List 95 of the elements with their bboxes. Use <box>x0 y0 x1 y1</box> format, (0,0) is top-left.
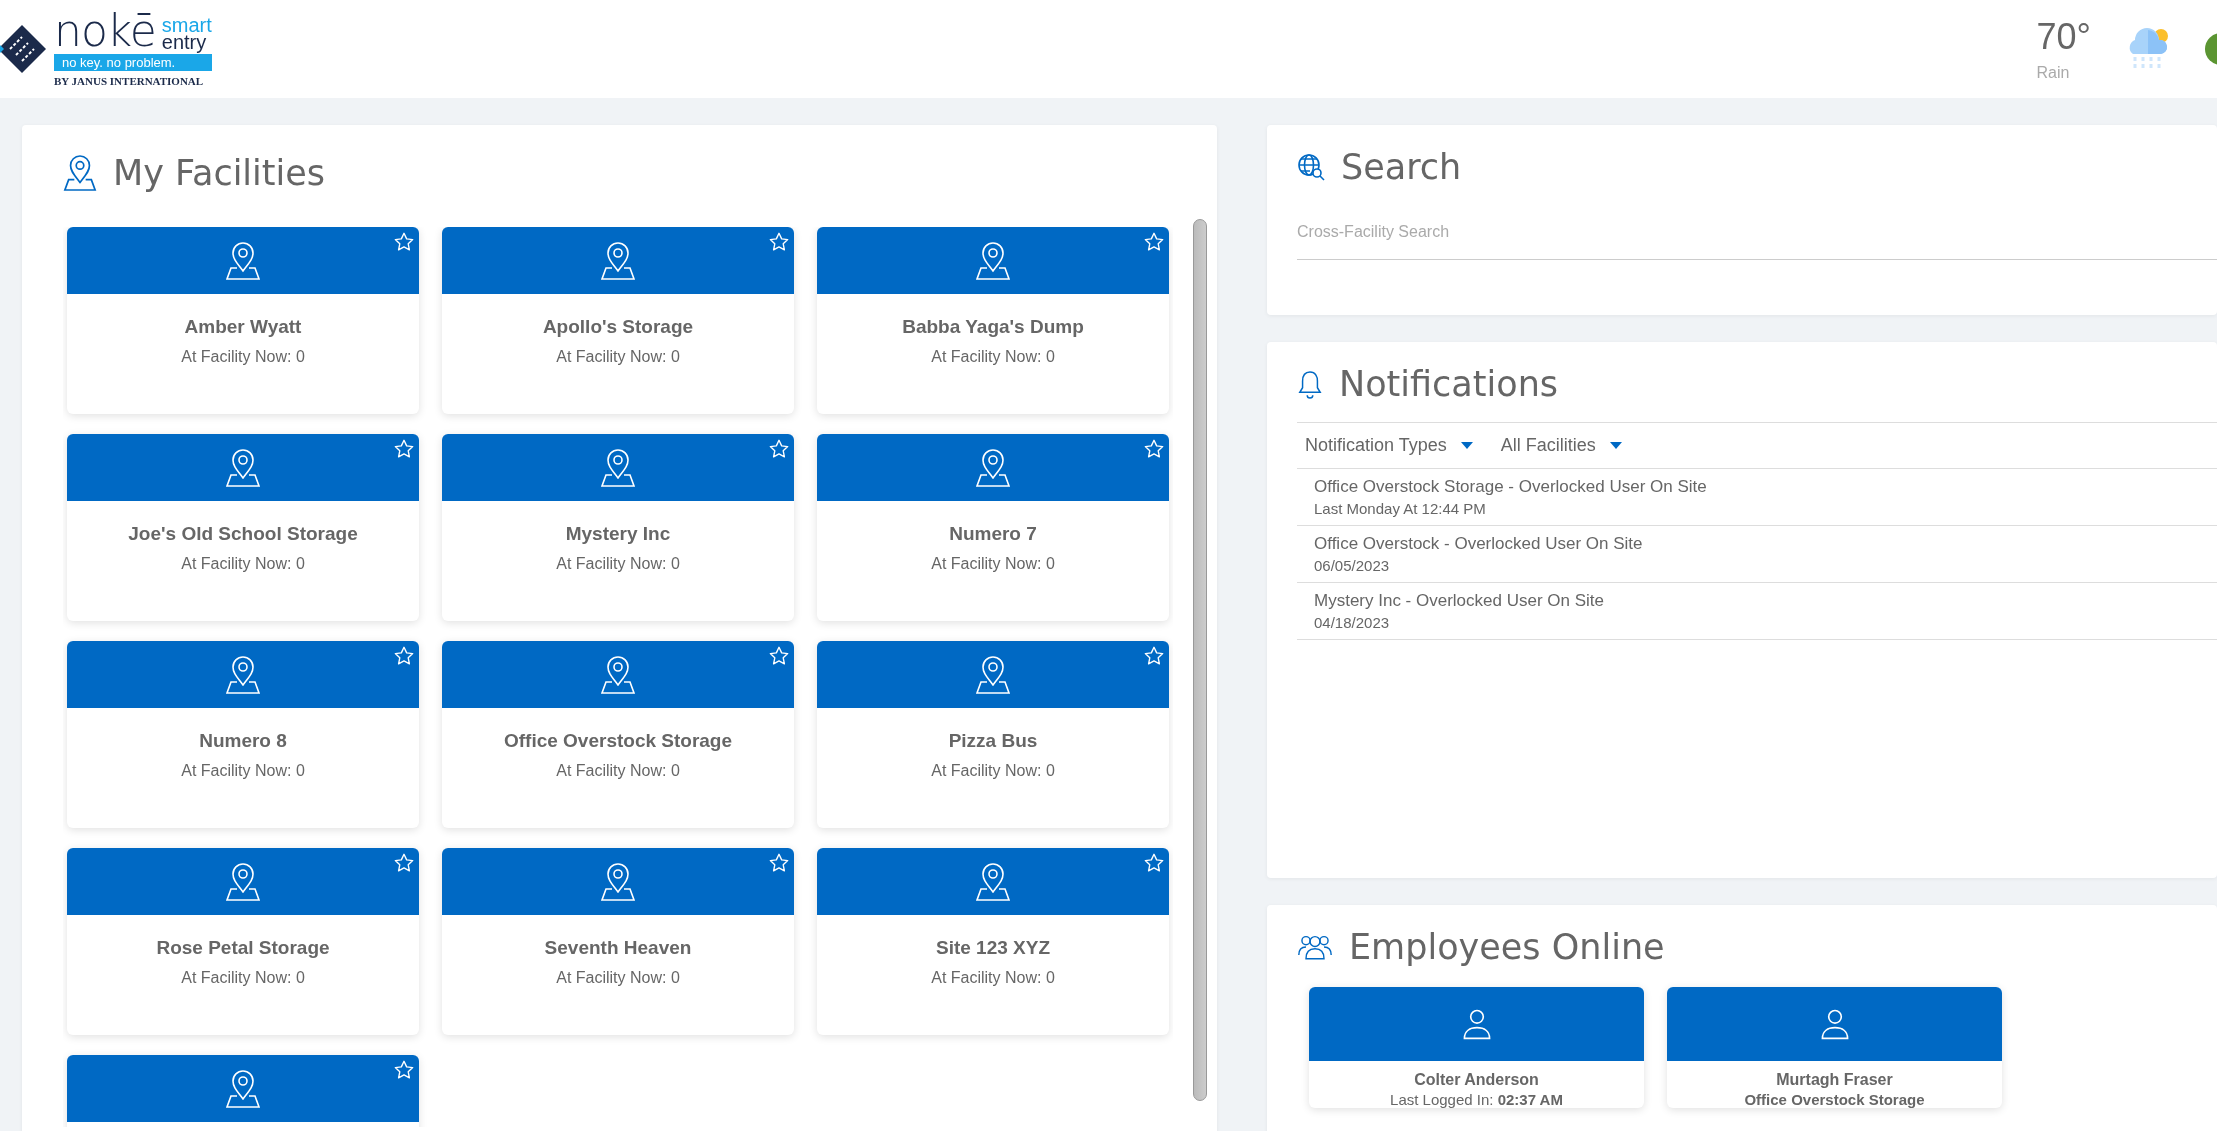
facility-count: At Facility Now: 0 <box>180 969 306 987</box>
star-icon[interactable] <box>1143 645 1165 667</box>
facility-card[interactable]: Babba Yaga's Dump At Facility Now: 0 <box>817 227 1169 414</box>
facility-card[interactable]: Mystery Inc At Facility Now: 0 <box>442 434 794 621</box>
notification-message[interactable]: Office Overstock - Overlocked User On Site <box>1314 534 2201 554</box>
facility-name: Seventh Heaven <box>543 937 693 959</box>
facility-name: Site 123 XYZ <box>934 937 1052 959</box>
notification-time: 06/05/2023 <box>1314 557 1391 574</box>
employee-card[interactable]: Murtagh Fraser Office Overstock Storage <box>1667 987 2002 1108</box>
location-pin-icon <box>975 654 1011 695</box>
facility-card[interactable]: Site 123 XYZ At Facility Now: 0 <box>817 848 1169 1035</box>
search-field[interactable]: Cross-Facility Search <box>1297 217 2217 260</box>
notification-message[interactable]: Mystery Inc - Overlocked User On Site <box>1314 591 2201 611</box>
notification-message[interactable]: Office Overstock Storage - Overlocked User On Site <box>1314 477 2201 497</box>
facility-count: At Facility Now: 0 <box>555 762 681 780</box>
location-pin-icon <box>225 654 261 695</box>
logo-text: entry <box>161 34 207 51</box>
facility-count: At Facility Now: 0 <box>180 348 306 366</box>
facility-card[interactable]: Rose Petal Storage At Facility Now: 0 <box>67 848 419 1035</box>
location-pin-icon <box>975 240 1011 281</box>
star-icon[interactable] <box>393 645 415 667</box>
panel-title: Search <box>1341 147 1462 187</box>
facility-card[interactable]: Office Overstock Storage At Facility Now: 0 <box>442 641 794 828</box>
employee-card[interactable]: Colter Anderson Last Logged In: 02:37 AM <box>1309 987 1644 1108</box>
employee-detail: Last Logged In: 02:37 AM <box>1389 1091 1564 1108</box>
facility-count: At Facility Now: 0 <box>180 762 306 780</box>
location-pin-icon <box>63 154 97 192</box>
facility-count: At Facility Now: 0 <box>930 555 1056 573</box>
star-icon[interactable] <box>393 438 415 460</box>
location-pin-icon <box>225 447 261 488</box>
facility-card[interactable]: Seventh Heaven At Facility Now: 0 <box>442 848 794 1035</box>
users-icon <box>1297 933 1333 961</box>
facility-card[interactable]: Numero 7 At Facility Now: 0 <box>817 434 1169 621</box>
panel-title: Notifications <box>1339 364 1559 404</box>
facility-card[interactable]: Numero 8 At Facility Now: 0 <box>67 641 419 828</box>
facility-count: At Facility Now: 0 <box>555 348 681 366</box>
temperature: 70° <box>2036 16 2091 58</box>
facility-count: At Facility Now: 0 <box>555 555 681 573</box>
facility-name: Office Overstock Storage <box>502 730 734 752</box>
panel-title: My Facilities <box>113 153 326 193</box>
star-icon[interactable] <box>393 231 415 253</box>
notification-time: Last Monday At 12:44 PM <box>1314 500 1487 517</box>
facility-name: Pizza Bus <box>947 730 1039 752</box>
facility-name: Mystery Inc <box>564 523 672 545</box>
location-pin-icon <box>600 447 636 488</box>
facility-name: Rose Petal Storage <box>155 937 331 959</box>
facility-name: Joe's Old School Storage <box>127 523 359 545</box>
panel-title: Employees Online <box>1349 927 1665 967</box>
facility-card[interactable]: Joe's Old School Storage At Facility Now: 0 <box>67 434 419 621</box>
location-pin-icon <box>225 1068 261 1109</box>
star-icon[interactable] <box>1143 438 1165 460</box>
facility-name: Numero 8 <box>198 730 288 752</box>
logo-wordmark: nokē <box>54 11 156 51</box>
facility-card[interactable]: Pizza Bus At Facility Now: 0 <box>817 641 1169 828</box>
location-pin-icon <box>225 861 261 902</box>
location-pin-icon <box>975 447 1011 488</box>
filter-dropdown[interactable]: All Facilities <box>1500 435 1622 456</box>
caret-icon <box>1609 442 1622 449</box>
notification-time: 04/18/2023 <box>1314 614 1391 631</box>
facility-count: At Facility Now: 0 <box>180 555 306 573</box>
location-pin-icon <box>600 654 636 695</box>
star-icon[interactable] <box>768 645 790 667</box>
weather-condition: Rain <box>2036 64 2070 82</box>
logo-text: smart <box>161 17 212 34</box>
logo-tagline: no key. no problem. <box>54 54 212 71</box>
facility-count: At Facility Now: 0 <box>930 762 1056 780</box>
facility-count: At Facility Now: 0 <box>930 969 1056 987</box>
facility-count: At Facility Now: 0 <box>930 348 1056 366</box>
employee-name: Murtagh Fraser <box>1775 1071 1894 1089</box>
star-icon[interactable] <box>768 231 790 253</box>
facility-name: Numero 7 <box>948 523 1038 545</box>
star-icon[interactable] <box>1143 231 1165 253</box>
star-icon[interactable] <box>393 852 415 874</box>
facility-name: Babba Yaga's Dump <box>901 316 1085 338</box>
scrollbar-thumb[interactable] <box>1193 219 1207 1101</box>
facility-card[interactable]: Amber Wyatt At Facility Now: 0 <box>67 227 419 414</box>
caret-icon <box>1460 442 1473 449</box>
star-icon[interactable] <box>1143 852 1165 874</box>
employee-name: Colter Anderson <box>1413 1071 1540 1089</box>
location-pin-icon <box>600 240 636 281</box>
logo-maker-text: BY JANUS INTERNATIONAL <box>54 75 205 87</box>
facility-card[interactable]: Apollo's Storage At Facility Now: 0 <box>442 227 794 414</box>
facility-count: At Facility Now: 0 <box>555 969 681 987</box>
filter-dropdown[interactable]: Notification Types <box>1305 435 1473 456</box>
star-icon[interactable] <box>768 438 790 460</box>
location-pin-icon <box>600 861 636 902</box>
star-icon[interactable] <box>393 1059 415 1081</box>
facility-name: Apollo's Storage <box>541 316 695 338</box>
location-pin-icon <box>225 240 261 281</box>
bell-icon <box>1297 369 1323 399</box>
facility-name: Amber Wyatt <box>183 316 303 338</box>
globe-search-icon <box>1297 153 1325 181</box>
employee-detail: Office Overstock Storage <box>1743 1091 1926 1108</box>
location-pin-icon <box>975 861 1011 902</box>
star-icon[interactable] <box>768 852 790 874</box>
